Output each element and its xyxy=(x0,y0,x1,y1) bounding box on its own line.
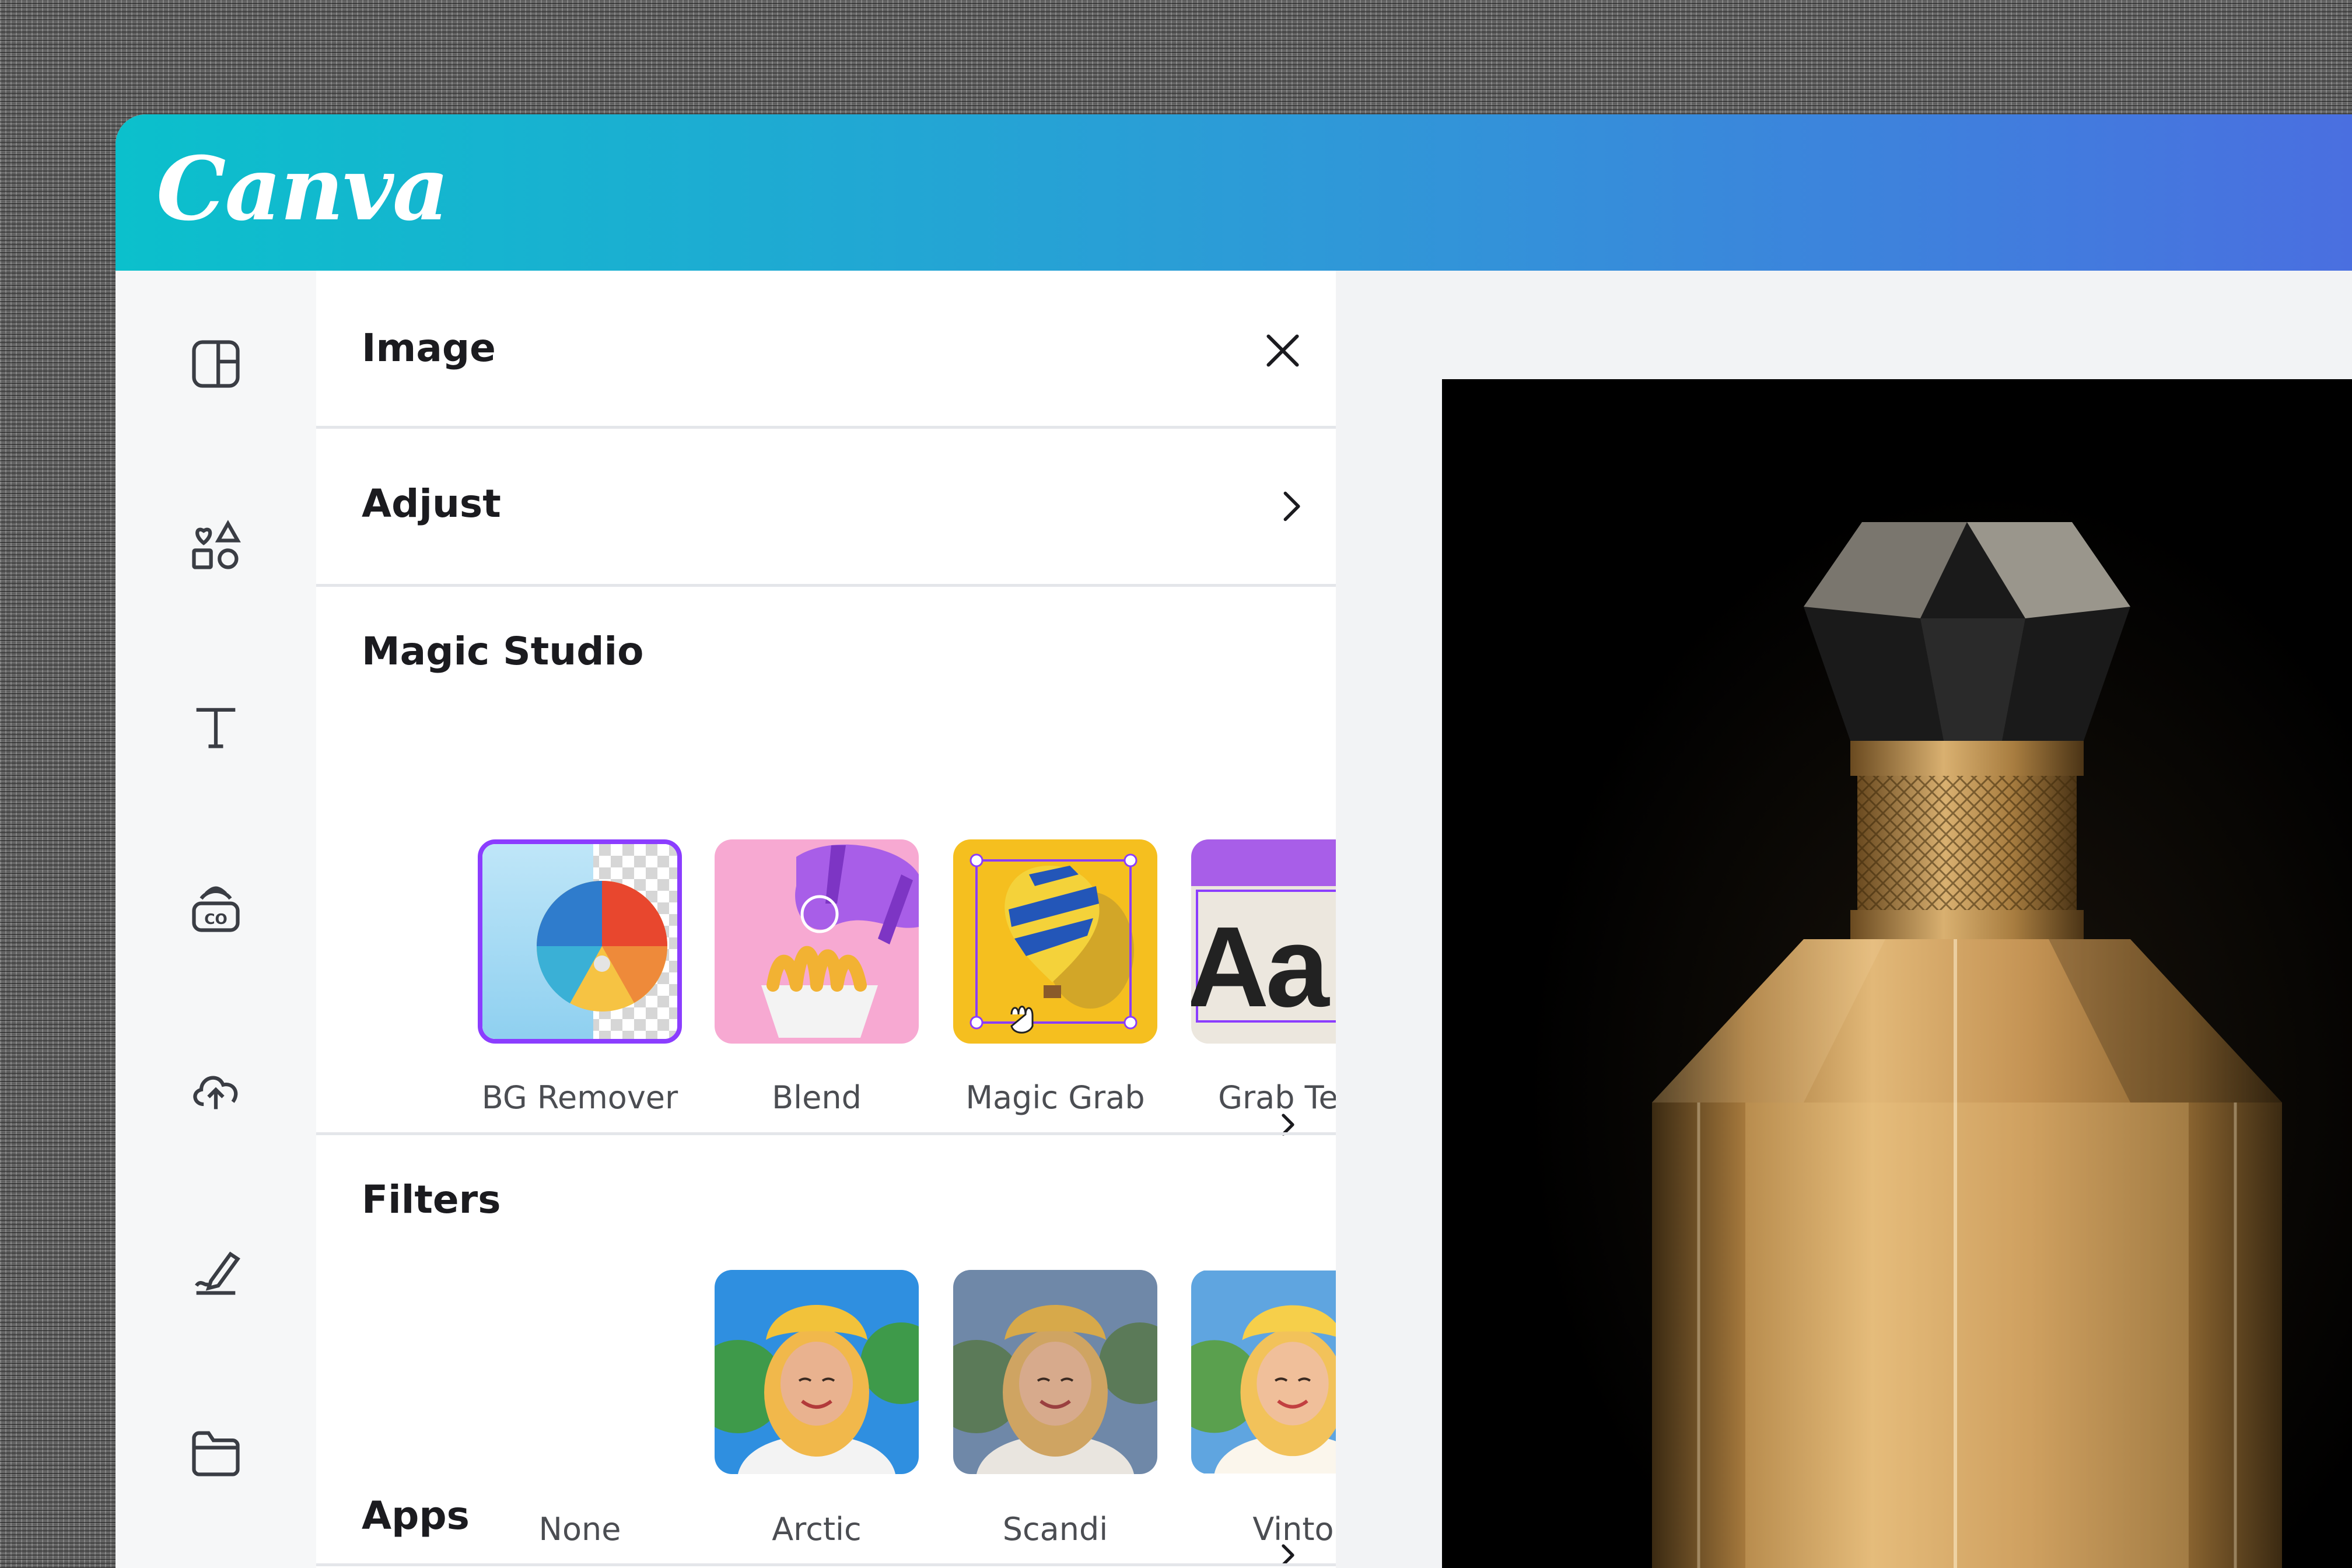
divider xyxy=(316,1563,1336,1566)
app-window: Canva CO Image Adjust Magic Studio BG Re… xyxy=(116,114,2352,1568)
filter-none[interactable] xyxy=(478,1270,682,1474)
adjust-label: Adjust xyxy=(362,481,501,526)
upload-icon[interactable] xyxy=(182,1056,250,1124)
svg-text:CO: CO xyxy=(204,911,228,928)
grab-text-sample: Aa xyxy=(1191,903,1329,1031)
filter-scandi-label: Scandi xyxy=(1002,1511,1108,1548)
adjust-row[interactable]: Adjust xyxy=(316,429,1336,584)
panel-title: Image xyxy=(362,326,496,370)
chevron-right-icon xyxy=(1265,480,1317,533)
filters-heading: Filters xyxy=(362,1177,501,1222)
filter-arctic[interactable] xyxy=(715,1270,919,1474)
magic-studio-next-button[interactable] xyxy=(1270,1101,1306,1148)
filter-none-label: None xyxy=(538,1511,621,1548)
magic-studio-heading: Magic Studio xyxy=(362,629,644,674)
magic-grab-label: Magic Grab xyxy=(965,1079,1145,1116)
side-rail: CO xyxy=(116,271,316,1568)
bg-remover-label: BG Remover xyxy=(481,1079,678,1116)
magic-grab-tile[interactable] xyxy=(953,839,1157,1044)
canva-logo[interactable]: Canva xyxy=(156,138,449,240)
draw-icon[interactable] xyxy=(182,1237,250,1305)
canvas-area xyxy=(1336,271,2352,1568)
divider xyxy=(316,1132,1336,1135)
image-panel: Image Adjust Magic Studio BG Remover Ble… xyxy=(316,271,1394,1568)
layout-icon[interactable] xyxy=(182,330,250,398)
bg-remover-tile[interactable] xyxy=(478,839,682,1044)
elements-icon[interactable] xyxy=(182,512,250,579)
filter-scandi[interactable] xyxy=(953,1270,1157,1474)
brand-icon[interactable]: CO xyxy=(182,874,250,942)
blend-label: Blend xyxy=(772,1079,862,1116)
text-icon[interactable] xyxy=(182,693,250,761)
apps-heading: Apps xyxy=(362,1493,470,1538)
blend-tile[interactable] xyxy=(715,839,919,1044)
filter-arctic-label: Arctic xyxy=(772,1511,862,1548)
perfume-photo[interactable] xyxy=(1442,379,2352,1568)
close-icon[interactable] xyxy=(1256,324,1309,377)
top-header: Canva xyxy=(116,114,2352,271)
folder-icon[interactable] xyxy=(182,1419,250,1486)
divider xyxy=(316,584,1336,587)
filters-next-button[interactable] xyxy=(1270,1532,1306,1568)
